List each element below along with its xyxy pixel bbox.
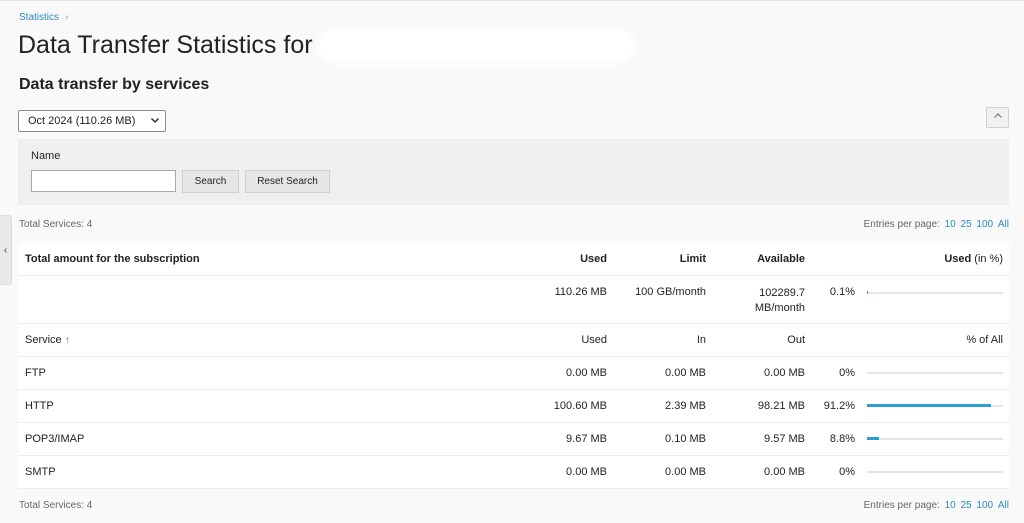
service-used: 100.60 MB bbox=[553, 400, 607, 412]
service-out-header: Out bbox=[787, 334, 805, 346]
subscription-used-value: 110.26 MB bbox=[554, 286, 607, 298]
total-services-bottom: Total Services: 4 bbox=[19, 500, 93, 511]
service-pct-header: % of All bbox=[966, 334, 1003, 346]
service-in: 0.00 MB bbox=[665, 466, 706, 478]
name-label: Name bbox=[31, 150, 61, 162]
subscription-available-value: 102289.7 MB/month bbox=[755, 286, 805, 316]
name-search-input[interactable] bbox=[31, 170, 176, 192]
service-used: 9.67 MB bbox=[566, 433, 607, 445]
service-in: 0.00 MB bbox=[665, 367, 706, 379]
entries-option-100[interactable]: 100 bbox=[976, 500, 993, 511]
used-pct-bold: Used bbox=[944, 253, 972, 265]
available-line-1: 102289.7 bbox=[759, 287, 805, 299]
service-name: POP3/IMAP bbox=[25, 433, 85, 445]
service-percent: 0% bbox=[839, 367, 855, 379]
service-column-header[interactable]: Service ↑ bbox=[25, 334, 70, 346]
service-usage-bar bbox=[867, 404, 1003, 407]
service-out: 0.00 MB bbox=[764, 466, 805, 478]
service-rows: FTP 0.00 MB 0.00 MB 0.00 MB 0% HTTP 100.60 MB 2… bbox=[18, 357, 1009, 489]
service-in: 2.39 MB bbox=[665, 400, 706, 412]
services-header-row: Service ↑ Used In Out % of All bbox=[18, 324, 1009, 357]
chevron-left-icon: ‹ bbox=[3, 244, 8, 256]
sidebar-toggle[interactable]: ‹ bbox=[0, 215, 12, 285]
service-percent: 91.2% bbox=[823, 400, 855, 412]
service-name: FTP bbox=[25, 367, 46, 379]
service-in: 0.10 MB bbox=[665, 433, 706, 445]
entries-option-all[interactable]: All bbox=[998, 500, 1009, 511]
service-name: HTTP bbox=[25, 400, 54, 412]
subscription-available-header: Available bbox=[757, 253, 805, 265]
subscription-used-percent: 0.1% bbox=[829, 286, 855, 298]
period-select[interactable]: Oct 2024 (110.26 MB) bbox=[18, 110, 166, 132]
page-title-text: Data Transfer Statistics for bbox=[18, 31, 313, 59]
service-usage-fill bbox=[867, 437, 879, 440]
subscription-title: Total amount for the subscription bbox=[25, 253, 200, 265]
service-out: 0.00 MB bbox=[764, 367, 805, 379]
service-usage-fill bbox=[867, 404, 992, 407]
reset-search-button[interactable]: Reset Search bbox=[245, 170, 330, 193]
service-used: 0.00 MB bbox=[566, 367, 607, 379]
redacted-domain-name bbox=[320, 31, 631, 60]
search-panel: Name Search Reset Search bbox=[18, 139, 1009, 205]
entries-per-page-top: Entries per page: 10 25 100 All bbox=[864, 219, 1009, 230]
entries-option-25[interactable]: 25 bbox=[961, 219, 972, 230]
total-services-top: Total Services: 4 bbox=[19, 219, 93, 230]
available-line-2: MB/month bbox=[754, 302, 805, 314]
service-used: 0.00 MB bbox=[566, 466, 607, 478]
table-row: FTP 0.00 MB 0.00 MB 0.00 MB 0% bbox=[18, 357, 1009, 390]
service-used-header: Used bbox=[581, 334, 607, 346]
statistics-table: Total amount for the subscription Used L… bbox=[18, 243, 1009, 489]
subscription-limit-value: 100 GB/month bbox=[635, 286, 706, 298]
entries-option-25[interactable]: 25 bbox=[961, 500, 972, 511]
entries-per-page-bottom: Entries per page: 10 25 100 All bbox=[864, 500, 1009, 511]
entries-option-10[interactable]: 10 bbox=[945, 500, 956, 511]
service-out: 98.21 MB bbox=[757, 400, 805, 412]
subscription-header-row: Total amount for the subscription Used L… bbox=[18, 243, 1009, 276]
chevron-up-icon bbox=[993, 111, 1003, 124]
entries-label: Entries per page: bbox=[863, 219, 940, 230]
service-percent: 8.8% bbox=[829, 433, 855, 445]
subscription-limit-header: Limit bbox=[679, 253, 706, 265]
service-usage-bar bbox=[867, 437, 1003, 440]
breadcrumb-item-statistics[interactable]: Statistics bbox=[19, 12, 59, 23]
entries-option-100[interactable]: 100 bbox=[976, 219, 993, 230]
section-title: Data transfer by services bbox=[19, 76, 210, 93]
service-percent: 0% bbox=[839, 466, 855, 478]
search-button[interactable]: Search bbox=[182, 170, 239, 193]
table-row: POP3/IMAP 9.67 MB 0.10 MB 9.57 MB 8.8% bbox=[18, 423, 1009, 456]
sort-ascending-icon: ↑ bbox=[64, 335, 70, 346]
service-usage-bar bbox=[867, 372, 1003, 374]
used-pct-rest: (in %) bbox=[971, 253, 1003, 265]
entries-option-10[interactable]: 10 bbox=[945, 219, 956, 230]
service-usage-bar bbox=[867, 471, 1003, 473]
top-divider bbox=[0, 0, 1024, 1]
entries-label: Entries per page: bbox=[863, 500, 940, 511]
breadcrumb-separator-icon: › bbox=[65, 12, 69, 23]
service-in-header: In bbox=[696, 334, 706, 346]
breadcrumb: Statistics › bbox=[19, 12, 68, 23]
period-select-value: Oct 2024 (110.26 MB) bbox=[28, 115, 136, 127]
service-name: SMTP bbox=[25, 466, 56, 478]
table-row: HTTP 100.60 MB 2.39 MB 98.21 MB 91.2% bbox=[18, 390, 1009, 423]
table-row: SMTP 0.00 MB 0.00 MB 0.00 MB 0% bbox=[18, 456, 1009, 489]
entries-option-all[interactable]: All bbox=[998, 219, 1009, 230]
subscription-used-pct-header: Used (in %) bbox=[944, 253, 1003, 265]
chevron-down-icon bbox=[150, 115, 160, 128]
service-header-label: Service bbox=[25, 334, 62, 346]
page-title: Data Transfer Statistics for bbox=[18, 31, 631, 60]
subscription-values-row: 110.26 MB 100 GB/month 102289.7 MB/month … bbox=[18, 276, 1009, 324]
collapse-search-button[interactable] bbox=[986, 107, 1009, 128]
subscription-used-header: Used bbox=[580, 253, 607, 265]
service-out: 9.57 MB bbox=[764, 433, 805, 445]
subscription-usage-bar bbox=[867, 291, 1003, 294]
